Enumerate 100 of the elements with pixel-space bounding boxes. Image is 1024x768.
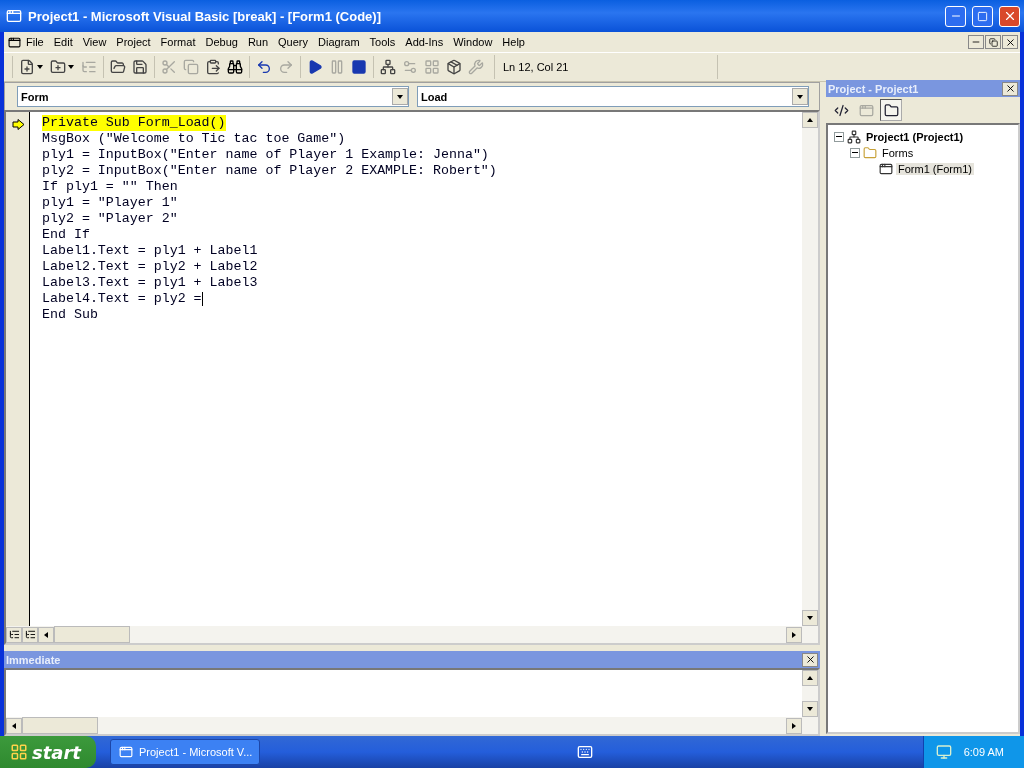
right-arrow-icon — [790, 721, 798, 730]
code-line: End If — [42, 227, 90, 243]
code-line: If ply1 = "" Then — [42, 179, 178, 195]
app-icon — [6, 8, 22, 24]
code-line: Label4.Text = ply2 = — [42, 291, 202, 307]
code-line: Label2.Text = ply2 + Label2 — [42, 259, 258, 275]
scroll-thumb[interactable] — [22, 717, 98, 734]
code-line: ply1 = InputBox("Enter name of Player 1 Example: Jenna") — [42, 147, 489, 163]
network-icon — [847, 130, 861, 144]
wrench-icon — [468, 59, 484, 75]
vertical-scrollbar[interactable] — [802, 112, 818, 626]
object-dropdown[interactable]: Form — [17, 86, 409, 107]
menu-item[interactable]: Diagram — [313, 34, 365, 50]
down-arrow-icon — [806, 705, 814, 713]
procedure-dropdown[interactable]: Load — [417, 86, 809, 107]
dropdown-button[interactable] — [792, 88, 808, 105]
scroll-down-button[interactable] — [802, 610, 818, 626]
panel-title: Immediate — [6, 653, 61, 666]
collapse-icon[interactable] — [834, 132, 844, 142]
dropdown-button[interactable] — [392, 88, 408, 105]
menu-item[interactable]: Format — [155, 34, 201, 50]
procedure-view-button[interactable] — [6, 626, 22, 643]
list-icon — [8, 629, 20, 640]
scroll-up-button[interactable] — [802, 670, 818, 686]
scroll-left-button[interactable] — [38, 626, 54, 643]
window-icon — [858, 102, 874, 118]
dropdown-arrow-icon — [396, 92, 404, 101]
scroll-thumb[interactable] — [54, 626, 130, 643]
start-button[interactable]: start — [0, 736, 96, 768]
scroll-right-button[interactable] — [786, 626, 802, 643]
panel-toolbar-button[interactable] — [880, 99, 902, 121]
window-icon — [119, 745, 133, 759]
scissors-icon — [161, 59, 177, 75]
code-line: ply2 = "Player 2" — [42, 211, 178, 227]
save-icon — [132, 59, 148, 75]
full-module-view-button[interactable] — [22, 626, 38, 643]
redo-icon — [278, 59, 294, 75]
menu-item[interactable]: Project — [111, 34, 156, 50]
folder-plus-icon — [50, 59, 66, 75]
code-line: Label3.Text = ply1 + Label3 — [42, 275, 258, 291]
up-arrow-icon — [806, 674, 814, 682]
pause-icon — [329, 59, 345, 75]
minimize-button[interactable] — [968, 35, 984, 49]
menu-item[interactable]: Help — [497, 34, 530, 50]
tree-item[interactable]: Forms — [880, 147, 916, 159]
menu-item[interactable]: Run — [242, 34, 274, 50]
folder-icon — [110, 59, 126, 75]
vertical-scrollbar[interactable] — [802, 670, 818, 717]
menu-item[interactable]: Add-Ins — [400, 34, 449, 50]
dropdown-arrow-icon — [796, 92, 804, 101]
close-button[interactable] — [1002, 81, 1018, 96]
close-button[interactable] — [802, 652, 818, 667]
folder-icon — [883, 102, 899, 118]
keyboard-icon[interactable] — [577, 744, 594, 760]
monitor-icon[interactable] — [935, 744, 952, 760]
undo-icon — [256, 59, 272, 75]
restore-button[interactable] — [985, 35, 1001, 49]
maximize-icon — [977, 10, 988, 22]
left-arrow-icon — [42, 630, 50, 639]
horizontal-scrollbar[interactable] — [6, 717, 818, 734]
panel-title: Project - Project1 — [828, 82, 919, 95]
copy-icon — [183, 59, 199, 75]
dropdown-arrow-icon — [36, 63, 44, 71]
package-icon — [446, 59, 462, 75]
window-icon — [879, 162, 893, 176]
menu-item[interactable]: View — [77, 34, 112, 50]
dropdown-arrow-icon — [67, 63, 75, 71]
collapse-icon[interactable] — [850, 148, 860, 158]
binoculars-icon — [227, 59, 243, 75]
menu-item[interactable]: Window — [448, 34, 498, 50]
code-icon — [833, 102, 849, 118]
taskbar-button[interactable]: Project1 - Microsoft V... — [110, 739, 260, 765]
scroll-down-button[interactable] — [802, 701, 818, 717]
scroll-right-button[interactable] — [786, 717, 802, 734]
play-icon — [307, 59, 323, 75]
scroll-up-button[interactable] — [802, 112, 818, 128]
restore-icon — [988, 37, 998, 47]
tree-item[interactable]: Form1 (Form1) — [896, 163, 974, 175]
close-button[interactable] — [1002, 35, 1018, 49]
clock: 6:09 AM — [963, 746, 1004, 758]
scroll-left-button[interactable] — [6, 717, 22, 734]
horizontal-scrollbar[interactable] — [6, 626, 818, 643]
clipboard-icon — [205, 59, 221, 75]
close-icon — [1004, 36, 1016, 48]
folder-icon — [863, 146, 877, 160]
window-title: Project1 - Microsoft Visual Basic [break] - [Form1 (Code)] — [28, 8, 382, 24]
menu-item[interactable]: File — [21, 34, 49, 50]
tree-item[interactable]: Project1 (Project1) — [864, 131, 966, 143]
document-icon[interactable] — [8, 35, 21, 49]
menu-item[interactable]: Query — [273, 34, 314, 50]
maximize-button[interactable] — [972, 5, 993, 27]
grid-icon — [424, 59, 440, 75]
menu-item[interactable]: Edit — [48, 34, 78, 50]
code-line: End Sub — [42, 307, 98, 323]
stop-icon — [351, 59, 367, 75]
menu-item[interactable]: Tools — [364, 34, 401, 50]
close-icon — [1004, 83, 1016, 94]
code-line: ply1 = "Player 1" — [42, 195, 178, 211]
menu-item[interactable]: Debug — [200, 34, 243, 50]
code-line: ply2 = InputBox("Enter name of Player 2 EXAMPLE: Robert") — [42, 163, 497, 179]
